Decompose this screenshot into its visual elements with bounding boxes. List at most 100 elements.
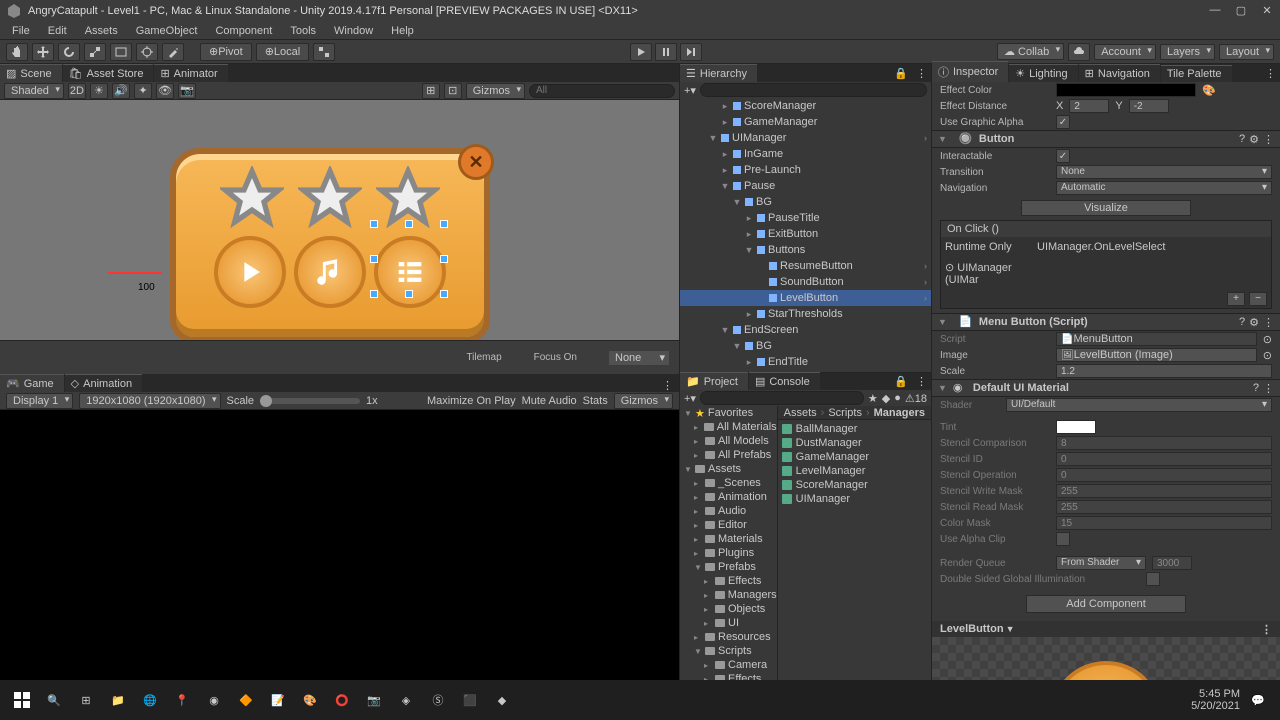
project-tree-node[interactable]: ▸Objects bbox=[680, 602, 777, 616]
menu-window[interactable]: Window bbox=[326, 23, 381, 39]
selection-handle[interactable] bbox=[370, 220, 378, 228]
onclick-target-field[interactable]: ⊙ UIManager (UIMar bbox=[945, 261, 1033, 286]
selection-handle[interactable] bbox=[370, 255, 378, 263]
vs-icon[interactable]: ◈ bbox=[392, 686, 420, 714]
scene-view[interactable]: ✕ 100 bbox=[0, 100, 679, 340]
project-tree-node[interactable]: ▼Prefabs bbox=[680, 560, 777, 574]
transition-dropdown[interactable]: None bbox=[1056, 165, 1272, 179]
file-list[interactable]: BallManagerDustManagerGameManagerLevelMa… bbox=[778, 420, 931, 680]
skype-icon[interactable]: Ⓢ bbox=[424, 686, 452, 714]
audio-toggle[interactable]: 🔊 bbox=[112, 83, 130, 99]
tab-menu[interactable]: ⋮ bbox=[656, 379, 679, 392]
onclick-remove-button[interactable]: − bbox=[1249, 292, 1267, 306]
file-item[interactable]: ScoreManager bbox=[782, 478, 927, 492]
project-tree-node[interactable]: ▸All Models bbox=[680, 434, 777, 448]
hierarchy-node[interactable]: LevelButton› bbox=[680, 290, 931, 306]
hierarchy-node[interactable]: ▼Pause bbox=[680, 178, 931, 194]
transform-tool-button[interactable] bbox=[136, 43, 158, 61]
hierarchy-node[interactable]: ▸ExitButton bbox=[680, 226, 931, 242]
use-graphic-alpha-check[interactable] bbox=[1056, 115, 1070, 129]
onclick-add-button[interactable]: + bbox=[1227, 292, 1245, 306]
tab-console[interactable]: ▤Console bbox=[749, 372, 820, 390]
breadcrumb-item[interactable]: Managers bbox=[874, 407, 925, 419]
obs-icon[interactable]: ⬛ bbox=[456, 686, 484, 714]
rect-tool-button[interactable] bbox=[110, 43, 132, 61]
onclick-function-dropdown[interactable]: UIManager.OnLevelSelect bbox=[1037, 241, 1165, 253]
effect-distance-y[interactable]: -2 bbox=[1129, 99, 1169, 113]
hierarchy-node[interactable]: ▼Buttons bbox=[680, 242, 931, 258]
tab-tile-palette[interactable]: Tile Palette bbox=[1161, 65, 1232, 82]
breadcrumb-item[interactable]: Scripts bbox=[828, 407, 862, 419]
tab-animation[interactable]: ◇Animation bbox=[65, 374, 142, 392]
tab-navigation[interactable]: ⊞Navigation bbox=[1079, 64, 1160, 82]
image-field[interactable]: 🖼 LevelButton (Image) bbox=[1056, 348, 1257, 362]
project-tree-node[interactable]: ▸Resources bbox=[680, 630, 777, 644]
preset-icon[interactable]: ⚙ bbox=[1249, 316, 1259, 329]
account-dropdown[interactable]: Account bbox=[1094, 44, 1156, 60]
hierarchy-node[interactable]: ▼BG bbox=[680, 194, 931, 210]
map-icon[interactable]: 📍 bbox=[168, 686, 196, 714]
hidden-toggle[interactable]: 👁 bbox=[156, 83, 174, 99]
menu-gameobject[interactable]: GameObject bbox=[128, 23, 206, 39]
start-button[interactable] bbox=[8, 686, 36, 714]
effect-distance-x[interactable]: 2 bbox=[1069, 99, 1109, 113]
project-tree[interactable]: ▼★Favorites▸All Materials▸All Models▸All… bbox=[680, 406, 778, 680]
project-tree-node[interactable]: ▸Animation bbox=[680, 490, 777, 504]
hierarchy-node[interactable]: ResumeButton› bbox=[680, 258, 931, 274]
menu-assets[interactable]: Assets bbox=[77, 23, 126, 39]
selection-handle[interactable] bbox=[440, 290, 448, 298]
hierarchy-node[interactable]: ▼EndScreen bbox=[680, 322, 931, 338]
project-tree-node[interactable]: ▸All Materials bbox=[680, 420, 777, 434]
tab-hierarchy[interactable]: ☰Hierarchy bbox=[680, 64, 757, 82]
visualize-button[interactable]: Visualize bbox=[1021, 200, 1191, 216]
filter-type-icon[interactable]: ◆ bbox=[882, 392, 890, 405]
tab-game[interactable]: 🎮Game bbox=[0, 374, 64, 392]
button-component-header[interactable]: ▼🔘Button?⚙⋮ bbox=[932, 130, 1280, 148]
navigation-dropdown[interactable]: Automatic bbox=[1056, 181, 1272, 195]
runtime-dropdown[interactable]: Runtime Only bbox=[945, 241, 1033, 253]
menu-file[interactable]: File bbox=[4, 23, 38, 39]
snap-button[interactable]: ⊡ bbox=[444, 83, 462, 99]
app-icon[interactable]: ⭕ bbox=[328, 686, 356, 714]
menu-icon[interactable]: ⋮ bbox=[1263, 316, 1274, 329]
project-tree-node[interactable]: ▼★Favorites bbox=[680, 406, 777, 420]
menu-tools[interactable]: Tools bbox=[282, 23, 324, 39]
tab-menu[interactable]: ⋮ bbox=[912, 65, 931, 82]
local-toggle[interactable]: ⊕ Local bbox=[256, 43, 310, 61]
play-button[interactable] bbox=[630, 43, 652, 61]
selection-handle[interactable] bbox=[370, 290, 378, 298]
snap-button[interactable] bbox=[313, 43, 335, 61]
pivot-toggle[interactable]: ⊕ Pivot bbox=[200, 43, 252, 61]
app-icon[interactable]: 🎨 bbox=[296, 686, 324, 714]
selection-handle[interactable] bbox=[440, 220, 448, 228]
project-tree-node[interactable]: ▼Scripts bbox=[680, 644, 777, 658]
layers-dropdown[interactable]: Layers bbox=[1160, 44, 1215, 60]
file-explorer-icon[interactable]: 📁 bbox=[104, 686, 132, 714]
custom-tool-button[interactable] bbox=[162, 43, 184, 61]
project-tree-node[interactable]: ▸Editor bbox=[680, 518, 777, 532]
scale-tool-button[interactable] bbox=[84, 43, 106, 61]
tab-animator[interactable]: ⊞Animator bbox=[154, 64, 227, 82]
project-tree-node[interactable]: ▸Camera bbox=[680, 658, 777, 672]
game-view[interactable] bbox=[0, 410, 679, 680]
help-icon[interactable]: ? bbox=[1253, 382, 1259, 395]
menu-edit[interactable]: Edit bbox=[40, 23, 75, 39]
preview-header[interactable]: LevelButton ▼⋮ bbox=[932, 621, 1280, 637]
object-picker-icon[interactable]: ⊙ bbox=[1263, 333, 1272, 346]
close-button[interactable]: ✕ bbox=[1260, 4, 1274, 18]
maximize-button[interactable]: ▢ bbox=[1234, 4, 1248, 18]
hierarchy-node[interactable]: ▸Pre-Launch bbox=[680, 162, 931, 178]
hierarchy-node[interactable]: ▸PauseTitle bbox=[680, 210, 931, 226]
project-search[interactable] bbox=[700, 391, 864, 405]
file-item[interactable]: UIManager bbox=[782, 492, 927, 506]
tab-project[interactable]: 📁Project bbox=[680, 372, 748, 390]
lighting-toggle[interactable]: ☀ bbox=[90, 83, 108, 99]
interactable-check[interactable] bbox=[1056, 149, 1070, 163]
hierarchy-node[interactable]: ▸GameManager bbox=[680, 114, 931, 130]
camera-button[interactable]: 📷 bbox=[178, 83, 196, 99]
lock-icon[interactable]: 🔒 bbox=[890, 65, 912, 82]
tab-inspector[interactable]: ⓘInspector bbox=[932, 61, 1008, 82]
menu-icon[interactable]: ⋮ bbox=[1263, 382, 1274, 395]
breadcrumb-item[interactable]: Assets bbox=[784, 407, 817, 419]
minimize-button[interactable]: — bbox=[1208, 4, 1222, 18]
